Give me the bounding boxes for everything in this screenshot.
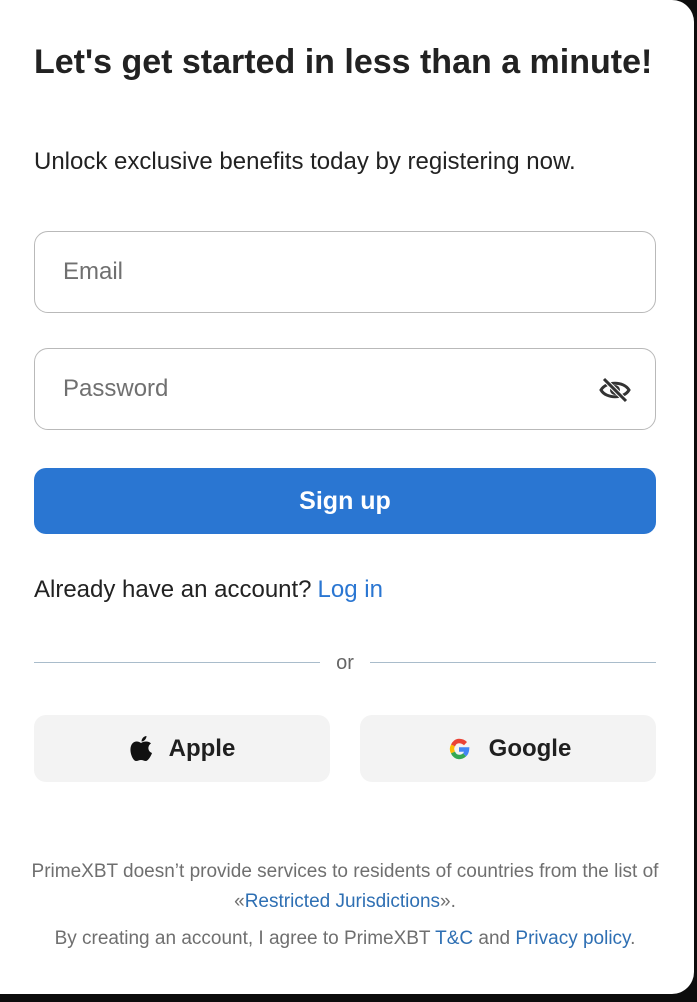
agree-prefix: By creating an account, I agree to Prime… [54, 928, 436, 949]
google-signin-button[interactable]: Google [360, 715, 656, 782]
page-title: Let's get started in less than a minute! [34, 43, 653, 81]
terms-link[interactable]: T&C [435, 928, 473, 949]
eye-slash-icon[interactable] [599, 376, 631, 404]
google-logo-icon [449, 738, 470, 759]
divider-text: or [336, 652, 354, 674]
terms-agreement: By creating an account, I agree to Prime… [20, 924, 670, 954]
log-in-link[interactable]: Log in [318, 576, 383, 603]
apple-button-label: Apple [168, 734, 236, 762]
restricted-jurisdictions-notice: PrimeXBT doesn’t provide services to res… [20, 857, 670, 917]
email-input[interactable] [63, 232, 603, 312]
sign-up-button[interactable]: Sign up [34, 468, 656, 534]
apple-logo-icon [130, 735, 152, 761]
restriction-suffix: ». [440, 891, 456, 912]
email-field[interactable] [34, 231, 656, 313]
apple-signin-button[interactable]: Apple [34, 715, 330, 782]
page-subtitle: Unlock exclusive benefits today by regis… [34, 148, 576, 175]
agree-suffix: . [630, 928, 636, 949]
privacy-policy-link[interactable]: Privacy policy [515, 928, 630, 949]
login-prompt-text: Already have an account? [34, 576, 312, 603]
divider-line-right [370, 662, 656, 663]
signup-card: Let's get started in less than a minute!… [0, 0, 694, 994]
google-button-label: Google [488, 734, 572, 762]
agree-middle: and [473, 928, 516, 949]
login-prompt: Already have an account? Log in [34, 574, 383, 606]
divider-line-left [34, 662, 320, 663]
password-input[interactable] [63, 349, 603, 429]
password-field[interactable] [34, 348, 656, 430]
restricted-jurisdictions-link[interactable]: Restricted Jurisdictions [245, 891, 440, 912]
